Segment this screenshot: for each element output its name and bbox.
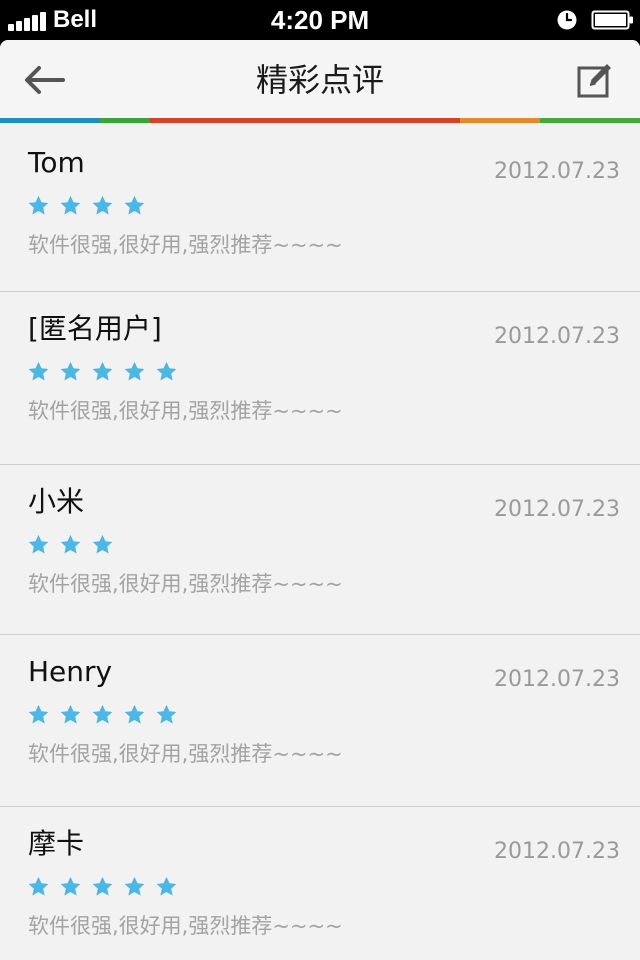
star-rating [27, 703, 178, 725]
review-item[interactable]: Tom 2012.07.23 软件很强,很好用,强烈推荐~~~~ [0, 123, 640, 292]
star-icon [124, 876, 145, 896]
reviewer-name: 摩卡 [28, 827, 85, 860]
review-date: 2012.07.23 [494, 497, 620, 522]
star-icon [28, 704, 49, 724]
star-icon [28, 361, 49, 381]
star-icon [60, 704, 81, 724]
star-icon [92, 704, 113, 724]
star-icon [92, 195, 113, 215]
compose-icon [577, 64, 611, 98]
star-rating [27, 194, 146, 216]
star-icon [124, 361, 145, 381]
review-date: 2012.07.23 [494, 839, 620, 864]
review-item[interactable]: 摩卡 2012.07.23 软件很强,很好用,强烈推荐~~~~ [0, 807, 640, 960]
star-rating [27, 360, 178, 382]
review-text: 软件很强,很好用,强烈推荐~~~~ [28, 572, 343, 596]
review-item[interactable]: [匿名用户] 2012.07.23 软件很强,很好用,强烈推荐~~~~ [0, 292, 640, 465]
reviewer-name: Tom [28, 146, 85, 179]
page-title: 精彩点评 [255, 61, 384, 99]
review-text: 软件很强,很好用,强烈推荐~~~~ [28, 399, 343, 423]
star-icon [124, 704, 145, 724]
star-icon [28, 876, 49, 896]
star-icon [60, 876, 81, 896]
review-text: 软件很强,很好用,强烈推荐~~~~ [28, 233, 343, 257]
clock-icon [557, 10, 577, 30]
star-icon [124, 195, 145, 215]
write-review-button[interactable] [572, 58, 618, 102]
review-text: 软件很强,很好用,强烈推荐~~~~ [28, 742, 343, 766]
star-icon [156, 704, 177, 724]
review-date: 2012.07.23 [494, 667, 620, 692]
reviewer-name: Henry [28, 655, 113, 688]
review-date: 2012.07.23 [494, 159, 620, 184]
star-icon [28, 534, 49, 554]
battery-icon [591, 10, 633, 30]
review-item[interactable]: Henry 2012.07.23 软件很强,很好用,强烈推荐~~~~ [0, 635, 640, 807]
review-list: Tom 2012.07.23 软件很强,很好用,强烈推荐~~~~ [匿名用户] 2012… [0, 123, 640, 960]
navigation-bar: 精彩点评 [0, 40, 640, 118]
star-rating [27, 533, 114, 555]
star-icon [28, 195, 49, 215]
star-icon [60, 361, 81, 381]
star-rating [27, 875, 178, 897]
star-icon [60, 195, 81, 215]
reviewer-name: [匿名用户] [28, 312, 162, 345]
status-bar: Bell 4:20 PM [0, 0, 640, 40]
review-text: 软件很强,很好用,强烈推荐~~~~ [28, 914, 343, 938]
review-date: 2012.07.23 [494, 324, 620, 349]
star-icon [92, 361, 113, 381]
star-icon [156, 876, 177, 896]
reviewer-name: 小米 [28, 485, 85, 518]
status-time: 4:20 PM [270, 5, 370, 35]
star-icon [92, 534, 113, 554]
screen: 精彩点评 Tom 2012.07.23 软件很强,很好用,强烈推荐~~~~ [匿名用户… [0, 40, 640, 960]
star-icon [156, 361, 177, 381]
star-icon [92, 876, 113, 896]
review-item[interactable]: 小米 2012.07.23 软件很强,很好用,强烈推荐~~~~ [0, 465, 640, 635]
star-icon [60, 534, 81, 554]
